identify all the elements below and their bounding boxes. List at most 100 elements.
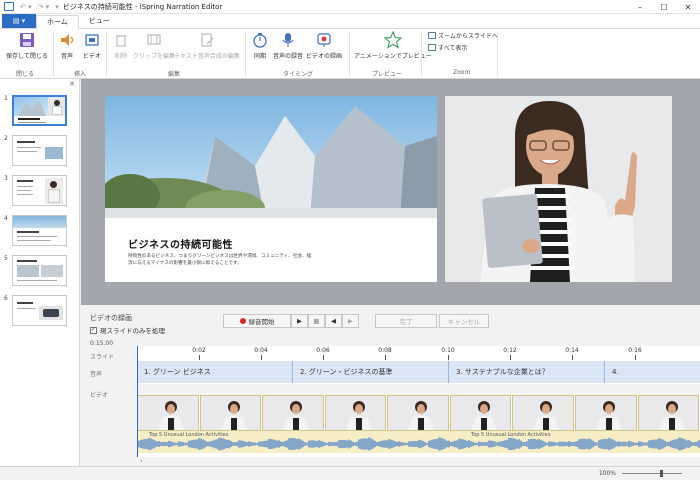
checkbox-checked-icon: ✓ [90,326,97,334]
stop-icon: ■ [313,317,320,325]
thumbnail-image [12,175,67,206]
start-recording-button[interactable]: 録音開始 [223,314,291,328]
tts-edit-button[interactable]: テキスト音声合成の編集 [174,31,240,60]
stop-button[interactable]: ■ [308,314,325,328]
undo-icon[interactable]: ↶ ▾ [20,3,32,11]
audio-segment[interactable]: 2. グリーン・ビジネスの基準 [293,361,449,383]
save-close-label: 保存して閉じる [6,53,48,60]
audio-track-label: 音声 [90,371,103,378]
play-button[interactable]: ▶ [291,314,308,328]
slide-thumbnail[interactable]: 1 [0,95,80,131]
cancel-button[interactable]: キャンセル [439,314,489,328]
ribbon-separator [349,32,350,76]
audio-segment[interactable]: 1. グリーン ビジネス [137,361,293,383]
audio-segment[interactable]: 4. [605,361,700,383]
tick-label: 0:12 [503,347,517,354]
current-time: 0:15.00 [90,340,114,347]
redo-icon[interactable]: ↷ ▾ [38,3,50,11]
app-icon [4,2,14,11]
thumbnail-image [12,135,67,166]
insert-audio-label: 音声 [60,53,73,60]
sync-button[interactable]: 同期 [252,31,268,60]
stopwatch-icon [252,31,268,48]
slide-number: 4 [4,215,8,222]
video-track-label: ビデオ [90,392,109,399]
slide-title: ビジネスの持続可能性 [128,240,233,251]
zoom-percent: 100% [598,470,616,477]
show-all-label: すべて表示 [438,45,468,52]
close-panel-icon[interactable]: ✕ [69,80,75,88]
close-icon[interactable]: ✕ [676,0,700,14]
slide-canvas: ビジネスの持続可能性 持続性のあるビジネス、つまりグリーンビジネスは世界や環境、… [81,79,700,305]
record-audio-button[interactable]: 音声の録音 [273,31,303,60]
slide-panel: ✕ 1 2 3 4 5 6 [0,79,80,466]
play-icon: ▶ [297,317,302,325]
delete-label: 削除 [114,53,127,60]
timeline-scrollbar[interactable]: ‹ [137,457,700,466]
arrow-left-icon: ◀ [331,317,336,325]
tab-home[interactable]: ホーム [36,15,79,29]
clip-edit-label: クリップを編集 [133,53,176,60]
video-frames [137,395,700,431]
video-frame-thumbnail [637,395,700,431]
slide-preview: ビジネスの持続可能性 持続性のあるビジネス、つまりグリーンビジネスは世界や環境、… [105,96,437,282]
zoom-to-slide-label: ズームからスライドへ [438,33,498,40]
minimize-icon[interactable]: – [628,0,652,14]
ribbon: 保存して閉じる 閉じる 音声 ビデオ 挿入 削除 クリップを編集 テキスト音声合… [0,29,700,79]
tab-view[interactable]: ビュー [79,14,120,28]
tts-edit-icon [199,31,215,48]
show-all-button[interactable]: すべて表示 [428,43,467,52]
slide-thumbnail[interactable]: 6 [0,295,80,331]
insert-video-button[interactable]: ビデオ [83,31,101,60]
building-photo [105,96,437,234]
maximize-icon[interactable]: ☐ [652,0,676,14]
playhead[interactable] [137,346,138,466]
next-slide-button[interactable]: ▶ [342,314,359,328]
delete-button[interactable]: 削除 [113,31,129,60]
video-frame-thumbnail [324,395,387,431]
tick-label: 0:06 [316,347,330,354]
slide-thumbnail[interactable]: 3 [0,175,80,211]
show-all-icon [428,44,436,51]
audio-segment[interactable]: 3. サステナブルな企業とは？ [449,361,605,383]
video-frame-thumbnail [199,395,262,431]
ribbon-separator [421,32,422,76]
record-video-button[interactable]: ビデオの録画 [306,31,342,60]
quick-access-menu-icon[interactable]: ▾ [55,3,59,11]
file-menu-button[interactable]: ▤ ▾ [2,14,36,28]
video-track[interactable]: Top 5 Unusual London Activities Top 5 Un… [137,395,700,457]
zoom-slider-knob[interactable] [660,470,663,477]
group-close-label: 閉じる [16,71,35,78]
scroll-left-icon[interactable]: ‹ [140,457,143,465]
done-button[interactable]: 完了 [375,314,437,328]
tick-label: 0:08 [378,347,392,354]
audio-track: 1. グリーン ビジネス 2. グリーン・ビジネスの基準 3. サステナブルな企… [137,360,700,384]
sync-label: 同期 [253,53,266,60]
slide-thumbnail[interactable]: 2 [0,135,80,171]
insert-video-label: ビデオ [83,53,102,60]
slide-number: 2 [4,135,8,142]
zoom-slider[interactable] [622,470,682,477]
slide-number: 3 [4,175,8,182]
save-close-button[interactable]: 保存して閉じる [6,31,48,60]
previous-slide-button[interactable]: ◀ [325,314,342,328]
star-icon [383,30,402,49]
record-audio-label: 音声の録音 [273,53,304,60]
speaker-icon [59,31,75,48]
title-bar: ↶ ▾ ↷ ▾ ▾ ビジネスの持続可能性 - iSpring Narration… [0,0,700,14]
slide-thumbnail[interactable]: 5 [0,255,80,291]
insert-audio-button[interactable]: 音声 [59,31,75,60]
ribbon-separator [497,32,498,76]
start-recording-label: 録音開始 [248,318,275,326]
zoom-to-slide-button[interactable]: ズームからスライドへ [428,31,498,40]
microphone-icon [280,31,296,48]
ribbon-separator [53,32,54,76]
thumbnail-image [12,255,67,286]
ribbon-tabs: ▤ ▾ ホーム ビュー [0,14,700,29]
clip-edit-button[interactable]: クリップを編集 [133,31,175,60]
slide-thumbnail[interactable]: 4 [0,215,80,251]
tts-edit-label: テキスト音声合成の編集 [174,53,240,60]
current-slide-only-checkbox[interactable]: ✓ 現スライドのみを処理 [90,325,165,335]
video-frame-thumbnail [449,395,512,431]
video-frame-thumbnail [387,395,449,431]
